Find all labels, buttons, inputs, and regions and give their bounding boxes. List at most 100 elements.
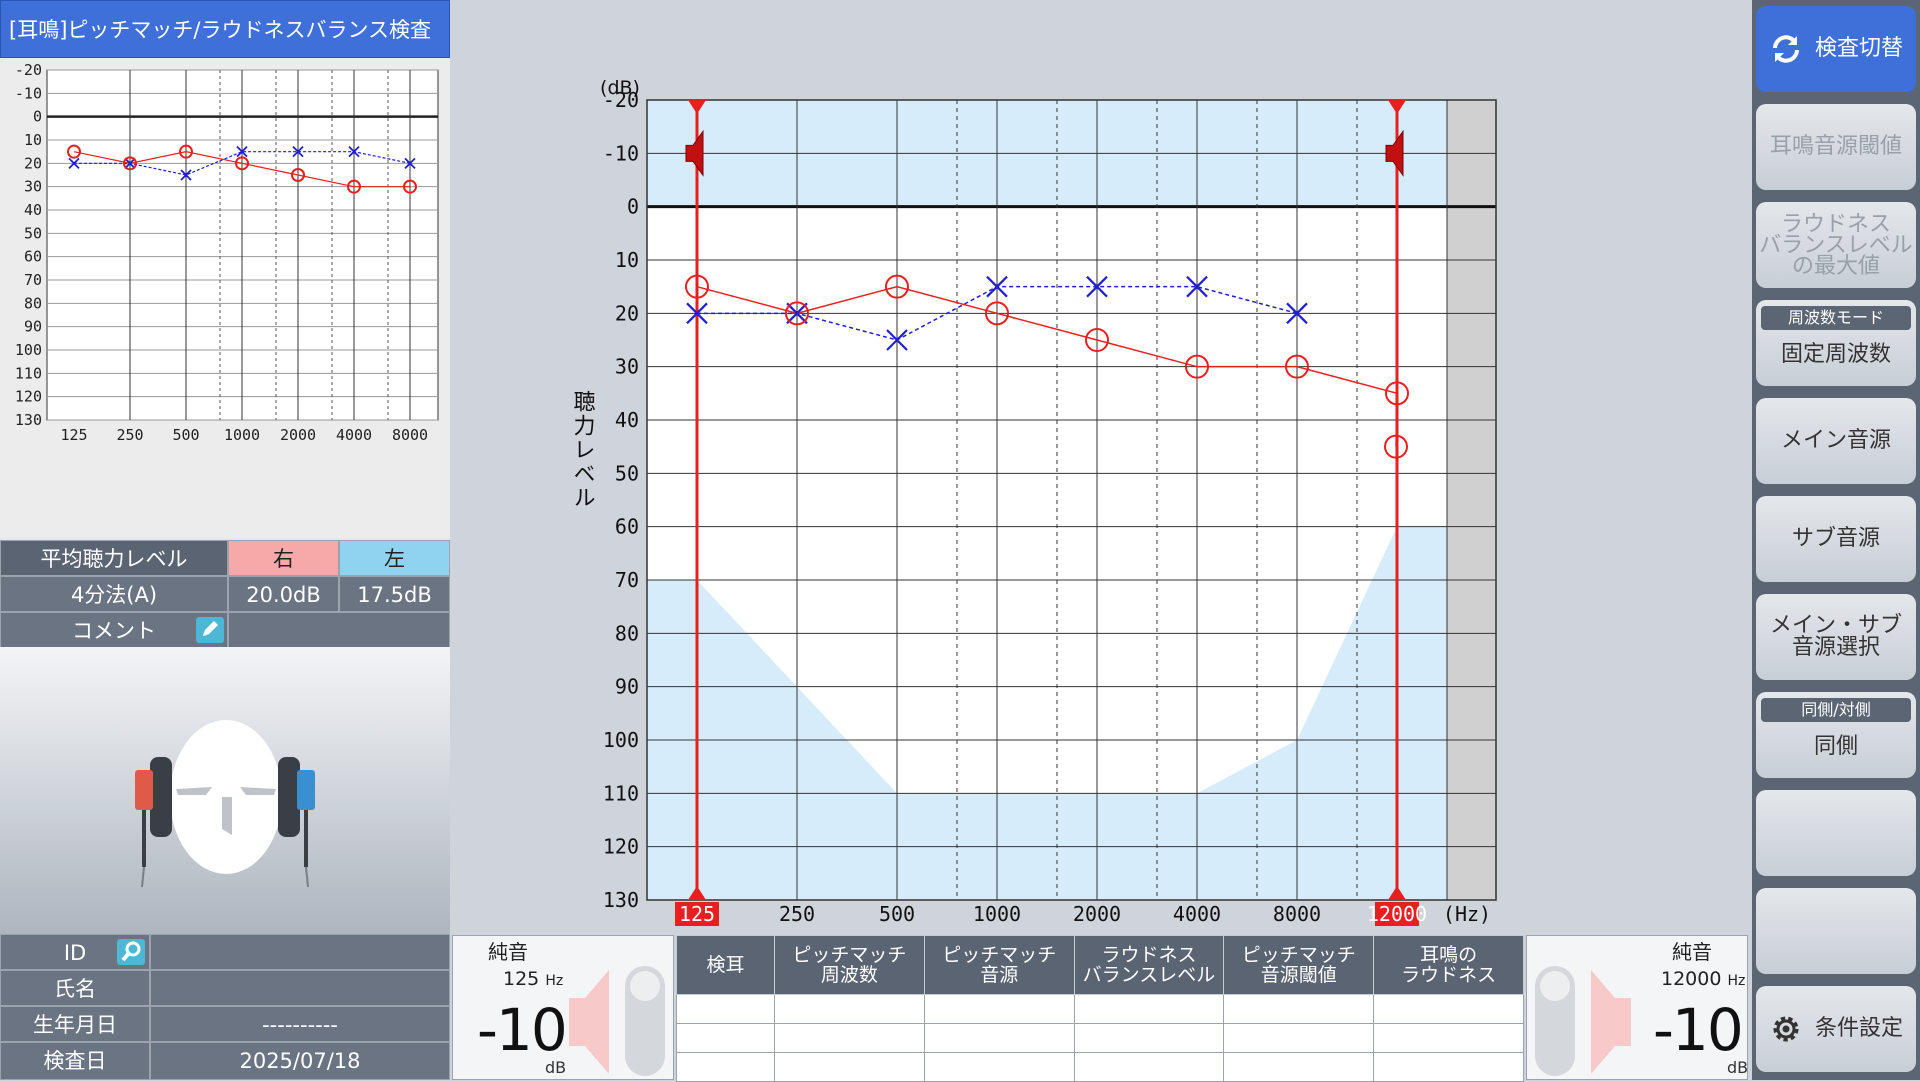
settings-button[interactable]: 条件設定 [1756,986,1916,1072]
table-row[interactable] [676,994,1524,1024]
exam-date-label: 検査日 [0,1042,150,1080]
x-tick-label: 4000 [1173,902,1221,926]
pencil-icon [203,621,218,636]
average-right-value: 20.0dB [228,576,339,612]
search-patient-button[interactable] [117,939,145,965]
speaker-slider-icon[interactable] [563,964,673,1079]
freq-mode-value: 固定周波数 [1780,342,1891,367]
comment-row: コメント [0,612,450,648]
x-tick-label: 2000 [1073,902,1121,926]
patient-dob-label: 生年月日 [0,1006,150,1042]
empty-button[interactable] [1756,790,1916,876]
right-sound-panel[interactable]: 純音 12000 Hz -10 dB [1526,935,1748,1080]
patient-dob-value: ---------- [150,1006,450,1042]
col-source-threshold: ピッチマッチ 音源閾値 [1223,935,1375,995]
x-tick-label: 1000 [973,902,1021,926]
y-tick-label: 130 [603,888,639,912]
refresh-icon [1772,35,1799,63]
side-button[interactable]: 同側/対側 同側 [1756,692,1916,778]
patient-name-value [150,970,450,1006]
y-axis-label: 聴力レベル [570,390,596,510]
col-test-ear: 検耳 [676,935,775,995]
mini-y-tick: 90 [24,318,42,336]
left-panel: [耳鳴]ピッチマッチ/ラウドネスバランス検査 -20 -10 0 10 20 30 40 50… [0,0,450,1080]
main-plot [646,99,1497,901]
average-left-value: 17.5dB [339,576,450,612]
col-pitch-source: ピッチマッチ 音源 [923,935,1075,995]
y-tick-label: 80 [615,621,639,645]
switch-test-button[interactable]: 検査切替 [1756,6,1916,92]
y-tick-label: 60 [615,515,639,539]
mini-x-tick: 1000 [224,426,260,444]
left-sound-level: -10 [477,996,568,1064]
left-sound-panel[interactable]: 純音 125 Hz -10 dB [452,935,674,1080]
right-sound-level: -10 [1653,996,1744,1064]
col-tinnitus-loudness: 耳鳴の ラウドネス [1373,935,1524,995]
mini-y-tick: 60 [24,248,42,266]
mini-x-tick: 4000 [336,426,372,444]
app-title: [耳鳴]ピッチマッチ/ラウドネスバランス検査 [0,0,450,58]
sub-source-button[interactable]: サブ音源 [1756,496,1916,582]
average-header-row: 平均聴力レベル 右 左 [0,540,450,576]
mini-x-tick: 500 [172,426,199,444]
mini-audiogram: -20 -10 0 10 20 30 40 50 60 70 80 90 100 110 120 130 125… [0,58,450,538]
mini-y-tick: 50 [24,224,42,242]
average-header-label: 平均聴力レベル [0,540,228,576]
patient-name-label: 氏名 [0,970,150,1006]
y-tick-label: 90 [615,675,639,699]
y-tick-label: -10 [603,141,639,165]
mini-y-tick: 0 [33,108,42,126]
mini-x-tick: 8000 [392,426,428,444]
x-tick-label: 8000 [1273,902,1321,926]
x-tick-label: 125 [679,902,715,926]
mini-y-tick: 120 [15,388,42,406]
x-tick-label: 250 [779,902,815,926]
table-row[interactable] [676,1023,1524,1053]
average-method: 4分法(A) [0,576,228,612]
y-tick-label: 30 [615,355,639,379]
gear-icon [1773,1016,1799,1042]
out-of-range-area [1447,100,1496,900]
mini-x-tick: 125 [60,426,87,444]
right-sound-title: 純音 [1672,940,1712,964]
empty-button[interactable] [1756,888,1916,974]
patient-id-value [150,934,450,970]
y-tick-label: 0 [627,195,639,219]
main-audiogram[interactable]: -20-100102030405060708090100110120130125… [560,60,1520,940]
mini-y-tick: 10 [24,131,42,149]
result-table: 検耳 ピッチマッチ 周波数 ピッチマッチ 音源 ラウドネス バランスレベル ピッ… [676,935,1524,1082]
y-tick-label: 40 [615,408,639,432]
mini-y-tick: 80 [24,294,42,312]
mini-y-tick: 100 [15,341,42,359]
x-tick-label: 12000 [1367,902,1427,926]
main-sub-select-button[interactable]: メイン・サブ 音源選択 [1756,594,1916,680]
y-tick-label: 100 [603,728,639,752]
threshold-button[interactable]: 耳鳴音源閾値 [1756,104,1916,190]
main-source-button[interactable]: メイン音源 [1756,398,1916,484]
freq-mode-caption: 周波数モード [1761,306,1911,330]
loudness-max-button[interactable]: ラウドネス バランスレベル の最大値 [1756,202,1916,288]
average-left-label: 左 [339,540,450,576]
exam-date-row: 検査日 2025/07/18 [0,1042,450,1080]
col-loudness-level: ラウドネス バランスレベル [1073,935,1225,995]
edit-comment-button[interactable] [196,617,224,643]
freq-mode-button[interactable]: 周波数モード 固定周波数 [1756,300,1916,386]
switch-test-label: 検査切替 [1814,36,1903,61]
average-value-row: 4分法(A) 20.0dB 17.5dB [0,576,450,612]
y-tick-label: 20 [615,301,639,325]
right-sound-freq: 12000 Hz [1661,968,1746,990]
headphone-face-icon [135,720,315,888]
y-tick-label: 120 [603,835,639,859]
right-sound-unit: dB [1727,1058,1749,1077]
speaker-slider-icon[interactable] [1529,964,1639,1079]
side-value: 同側 [1813,734,1858,759]
left-sound-title: 純音 [488,940,528,964]
patient-dob-row: 生年月日 ---------- [0,1006,450,1042]
mini-y-tick: -20 [15,61,42,79]
table-row[interactable] [676,1052,1524,1082]
exam-date-value: 2025/07/18 [150,1042,450,1080]
left-sound-freq: 125 Hz [503,968,564,990]
side-caption: 同側/対側 [1761,698,1911,722]
headphone-illustration [0,647,450,934]
mini-x-tick: 250 [116,426,143,444]
